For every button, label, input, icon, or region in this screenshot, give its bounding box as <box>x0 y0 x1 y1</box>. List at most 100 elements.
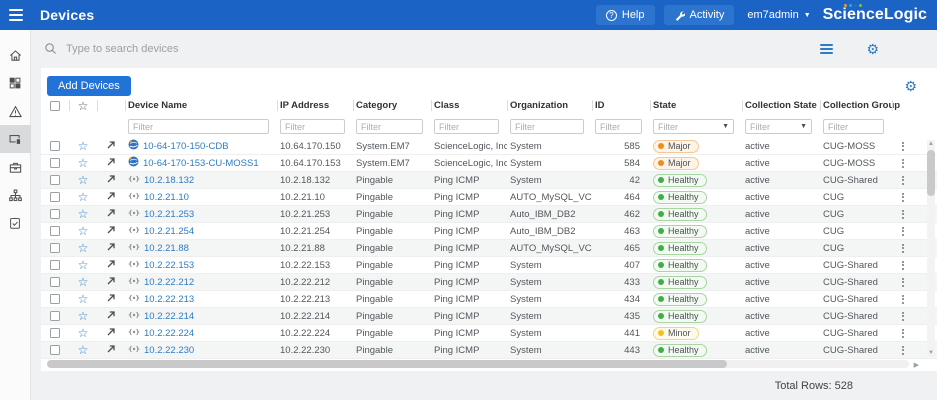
sidebar-item-home[interactable] <box>0 41 31 69</box>
row-select-checkbox[interactable] <box>50 175 60 185</box>
column-header-id[interactable]: ID <box>592 96 650 115</box>
device-name-link[interactable]: 10.2.21.10 <box>144 192 189 203</box>
column-header-device-name[interactable]: Device Name <box>125 96 277 115</box>
select-all-checkbox[interactable] <box>50 101 60 111</box>
table-settings-gear-icon[interactable]: ⚙ <box>904 79 917 93</box>
sidebar-item-events[interactable] <box>0 97 31 125</box>
filter-input-collection-group[interactable]: Filter <box>823 119 884 134</box>
row-select-checkbox[interactable] <box>50 192 60 202</box>
favorite-star-icon[interactable]: ☆ <box>78 242 89 254</box>
column-header-collection-group[interactable]: Collection Group <box>820 96 892 115</box>
device-name-link[interactable]: 10.2.21.253 <box>144 209 194 220</box>
sidebar-item-networks[interactable] <box>0 181 31 209</box>
open-device-arrow-icon[interactable] <box>106 191 116 204</box>
device-name-link[interactable]: 10-64-170-153-CU-MOSS1 <box>143 158 259 169</box>
column-header-ip-address[interactable]: IP Address <box>277 96 353 115</box>
open-device-arrow-icon[interactable] <box>106 327 116 340</box>
row-select-checkbox[interactable] <box>50 311 60 321</box>
favorite-star-icon[interactable]: ☆ <box>78 327 89 339</box>
row-menu-kebab-icon[interactable] <box>892 312 914 321</box>
filter-input-id[interactable]: Filter <box>595 119 642 134</box>
open-device-arrow-icon[interactable] <box>106 225 116 238</box>
open-device-arrow-icon[interactable] <box>106 344 116 357</box>
device-name-link[interactable]: 10.2.22.224 <box>144 328 194 339</box>
column-header-state[interactable]: State <box>650 96 742 115</box>
row-menu-kebab-icon[interactable] <box>892 142 914 151</box>
favorite-star-icon[interactable]: ☆ <box>78 225 89 237</box>
open-device-arrow-icon[interactable] <box>106 208 116 221</box>
device-name-link[interactable]: 10-64-170-150-CDB <box>143 141 229 152</box>
row-menu-kebab-icon[interactable] <box>892 329 914 338</box>
favorite-star-icon[interactable]: ☆ <box>78 140 89 152</box>
row-menu-kebab-icon[interactable] <box>892 346 914 355</box>
favorite-star-icon[interactable]: ☆ <box>78 157 89 169</box>
sidebar-item-devices[interactable] <box>0 125 31 153</box>
activity-button[interactable]: Activity <box>664 5 735 25</box>
device-name-link[interactable]: 10.2.22.212 <box>144 277 194 288</box>
row-select-checkbox[interactable] <box>50 294 60 304</box>
row-select-checkbox[interactable] <box>50 260 60 270</box>
row-menu-kebab-icon[interactable] <box>892 278 914 287</box>
horizontal-scrollbar[interactable] <box>47 360 909 368</box>
row-menu-kebab-icon[interactable] <box>892 295 914 304</box>
sidebar-item-tickets[interactable] <box>0 209 31 237</box>
row-select-checkbox[interactable] <box>50 243 60 253</box>
favorite-star-icon[interactable]: ☆ <box>78 276 89 288</box>
search-input[interactable] <box>66 43 811 55</box>
open-device-arrow-icon[interactable] <box>106 140 116 153</box>
row-select-checkbox[interactable] <box>50 141 60 151</box>
horizontal-scrollbar-thumb[interactable] <box>47 360 727 368</box>
row-menu-kebab-icon[interactable] <box>892 193 914 202</box>
scroll-up-arrow-icon[interactable]: ▲ <box>928 140 934 148</box>
filter-input-collection-state[interactable]: Filter▼ <box>745 119 812 134</box>
row-menu-kebab-icon[interactable] <box>892 176 914 185</box>
scroll-right-arrow-icon[interactable]: ▶ <box>914 361 919 369</box>
open-device-arrow-icon[interactable] <box>106 310 116 323</box>
device-name-link[interactable]: 10.2.22.214 <box>144 311 194 322</box>
vertical-scrollbar[interactable]: ▲ ▼ <box>927 140 935 357</box>
scroll-down-arrow-icon[interactable]: ▼ <box>928 349 934 357</box>
device-name-link[interactable]: 10.2.22.153 <box>144 260 194 271</box>
filter-input-device-name[interactable]: Filter <box>128 119 269 134</box>
vertical-scrollbar-thumb[interactable] <box>927 150 935 196</box>
row-select-checkbox[interactable] <box>50 226 60 236</box>
help-button[interactable]: ? Help <box>596 5 655 25</box>
row-menu-kebab-icon[interactable] <box>892 227 914 236</box>
open-device-arrow-icon[interactable] <box>106 242 116 255</box>
device-name-link[interactable]: 10.2.21.88 <box>144 243 189 254</box>
row-select-checkbox[interactable] <box>50 158 60 168</box>
search-settings-gear-icon[interactable]: ⚙ <box>866 42 879 56</box>
favorite-star-icon[interactable]: ☆ <box>78 310 89 322</box>
saved-searches-icon[interactable] <box>820 44 833 54</box>
hamburger-menu-icon[interactable] <box>0 0 31 30</box>
column-header-collection-state[interactable]: Collection State <box>742 96 820 115</box>
sidebar-item-dashboards[interactable] <box>0 69 31 97</box>
row-menu-kebab-icon[interactable] <box>892 261 914 270</box>
row-select-checkbox[interactable] <box>50 328 60 338</box>
user-menu[interactable]: em7admin ▼ <box>747 9 810 21</box>
row-menu-kebab-icon[interactable] <box>892 159 914 168</box>
favorite-star-icon[interactable]: ☆ <box>78 174 89 186</box>
filter-input-state[interactable]: Filter▼ <box>653 119 734 134</box>
filter-input-organization[interactable]: Filter <box>510 119 584 134</box>
row-select-checkbox[interactable] <box>50 209 60 219</box>
column-header-category[interactable]: Category <box>353 96 431 115</box>
open-device-arrow-icon[interactable] <box>106 293 116 306</box>
favorite-star-icon[interactable]: ☆ <box>78 259 89 271</box>
filter-input-ip-address[interactable]: Filter <box>280 119 345 134</box>
filter-input-category[interactable]: Filter <box>356 119 423 134</box>
device-name-link[interactable]: 10.2.22.213 <box>144 294 194 305</box>
open-device-arrow-icon[interactable] <box>106 157 116 170</box>
open-device-arrow-icon[interactable] <box>106 174 116 187</box>
column-header-class[interactable]: Class <box>431 96 507 115</box>
favorite-star-icon[interactable]: ☆ <box>78 293 89 305</box>
open-device-arrow-icon[interactable] <box>106 259 116 272</box>
favorite-star-icon[interactable]: ☆ <box>78 344 89 356</box>
row-menu-kebab-icon[interactable] <box>892 244 914 253</box>
column-header-organization[interactable]: Organization <box>507 96 592 115</box>
device-name-link[interactable]: 10.2.21.254 <box>144 226 194 237</box>
add-devices-button[interactable]: Add Devices <box>47 76 131 96</box>
favorite-star-icon[interactable]: ☆ <box>78 208 89 220</box>
row-select-checkbox[interactable] <box>50 277 60 287</box>
open-device-arrow-icon[interactable] <box>106 276 116 289</box>
